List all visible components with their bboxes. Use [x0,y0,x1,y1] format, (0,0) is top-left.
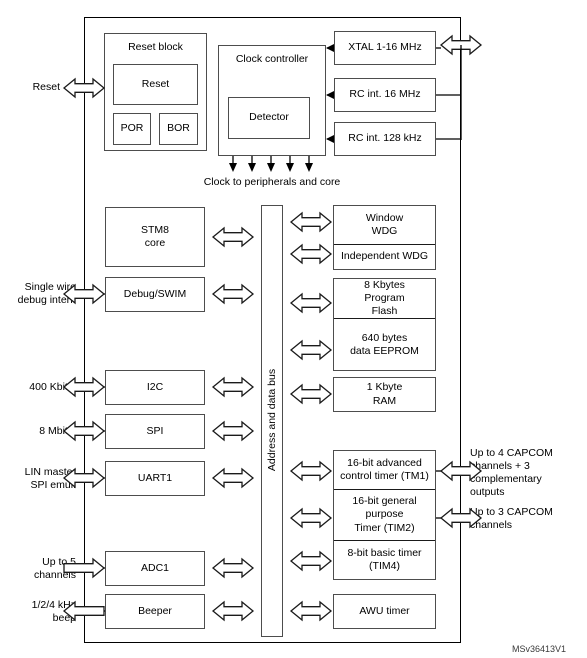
adc1-box[interactable]: ADC1 [105,551,205,586]
rc-16mhz-source-box[interactable]: RC int. 16 MHz [334,78,436,112]
reset-external-label: Reset [32,81,60,93]
uart1-label: UART1 [137,471,173,484]
rc-16mhz-source-label: RC int. 16 MHz [349,88,421,101]
stm8-core-box[interactable]: STM8 core [105,207,205,267]
clock-detector-label: Detector [249,111,289,124]
por-box[interactable]: POR [113,113,151,145]
stm8-core-label: STM8 core [140,223,169,249]
xtal-source-box[interactable]: XTAL 1-16 MHz [334,31,436,65]
ram-box[interactable]: 1 Kbyte RAM [333,377,436,412]
reset-box[interactable]: Reset [113,64,198,105]
i2c-external-label: 400 Kbit/s [29,381,76,393]
stm8-block-diagram: Reset block Reset POR BOR Reset Clock co… [0,0,587,658]
i2c-label: I2C [146,380,164,393]
adc1-label: ADC1 [140,561,169,574]
tim4-label: 8-bit basic timer (TIM4) [347,547,422,573]
tim1-label: 16-bit advanced control timer (TM1) [340,456,429,482]
data-eeprom-box[interactable]: 640 bytes data EEPROM [334,318,435,370]
window-wdg-box[interactable]: Window WDG [334,206,435,244]
beeper-box[interactable]: Beeper [105,594,205,629]
reset-box-label: Reset [141,77,170,90]
debug-swim-external-label: Single wire debug interf. [17,281,76,307]
figure-id-label: MSv36413V1 [512,644,567,654]
independent-wdg-box[interactable]: Independent WDG [334,243,435,269]
data-eeprom-label: 640 bytes data EEPROM [350,331,419,357]
i2c-box[interactable]: I2C [105,370,205,405]
rc-128khz-source-box[interactable]: RC int. 128 kHz [334,122,436,156]
clock-detector-box[interactable]: Detector [228,97,310,139]
tim1-box[interactable]: 16-bit advanced control timer (TM1) [334,451,435,489]
tim4-box[interactable]: 8-bit basic timer (TIM4) [334,540,435,579]
awu-timer-box[interactable]: AWU timer [333,594,436,629]
bor-label: BOR [167,122,190,135]
clock-fanout-label: Clock to peripherals and core [203,176,341,188]
beeper-label: Beeper [138,604,172,617]
address-data-bus-label: Address and data bus [266,368,278,472]
tim1-external-label: Up to 4 CAPCOM channels + 3 complementar… [470,447,553,499]
independent-wdg-label: Independent WDG [341,250,428,263]
uart1-box[interactable]: UART1 [105,461,205,496]
ram-label: 1 Kbyte RAM [366,381,403,407]
bor-box[interactable]: BOR [159,113,198,145]
tim2-label: 16-bit general purpose Timer (TIM2) [352,495,417,534]
spi-label: SPI [146,424,164,437]
memory-stack: 8 Kbytes Program Flash 640 bytes data EE… [333,278,436,371]
watchdog-stack: Window WDG Independent WDG [333,205,436,270]
por-label: POR [120,122,144,135]
clock-controller-title: Clock controller [235,53,309,65]
beeper-external-label: 1/2/4 kHz beep [31,599,76,625]
program-flash-label: 8 Kbytes Program Flash [364,279,405,318]
window-wdg-label: Window WDG [365,211,404,237]
tim2-box[interactable]: 16-bit general purpose Timer (TIM2) [334,488,435,541]
timer-stack: 16-bit advanced control timer (TM1) 16-b… [333,450,436,580]
spi-external-label: 8 Mbit/s [39,425,76,437]
tim2-external-label: Up to 3 CAPCOM channels [470,506,553,532]
xtal-source-label: XTAL 1-16 MHz [348,41,422,54]
awu-timer-label: AWU timer [359,604,410,617]
adc1-external-label: Up to 5 channels [33,556,76,582]
rc-128khz-source-label: RC int. 128 kHz [348,132,422,145]
program-flash-box[interactable]: 8 Kbytes Program Flash [334,279,435,318]
uart1-external-label: LIN master SPI emul. [24,466,76,492]
reset-block-title: Reset block [128,41,183,53]
debug-swim-label: Debug/SWIM [123,287,187,300]
spi-box[interactable]: SPI [105,414,205,449]
debug-swim-box[interactable]: Debug/SWIM [105,277,205,312]
